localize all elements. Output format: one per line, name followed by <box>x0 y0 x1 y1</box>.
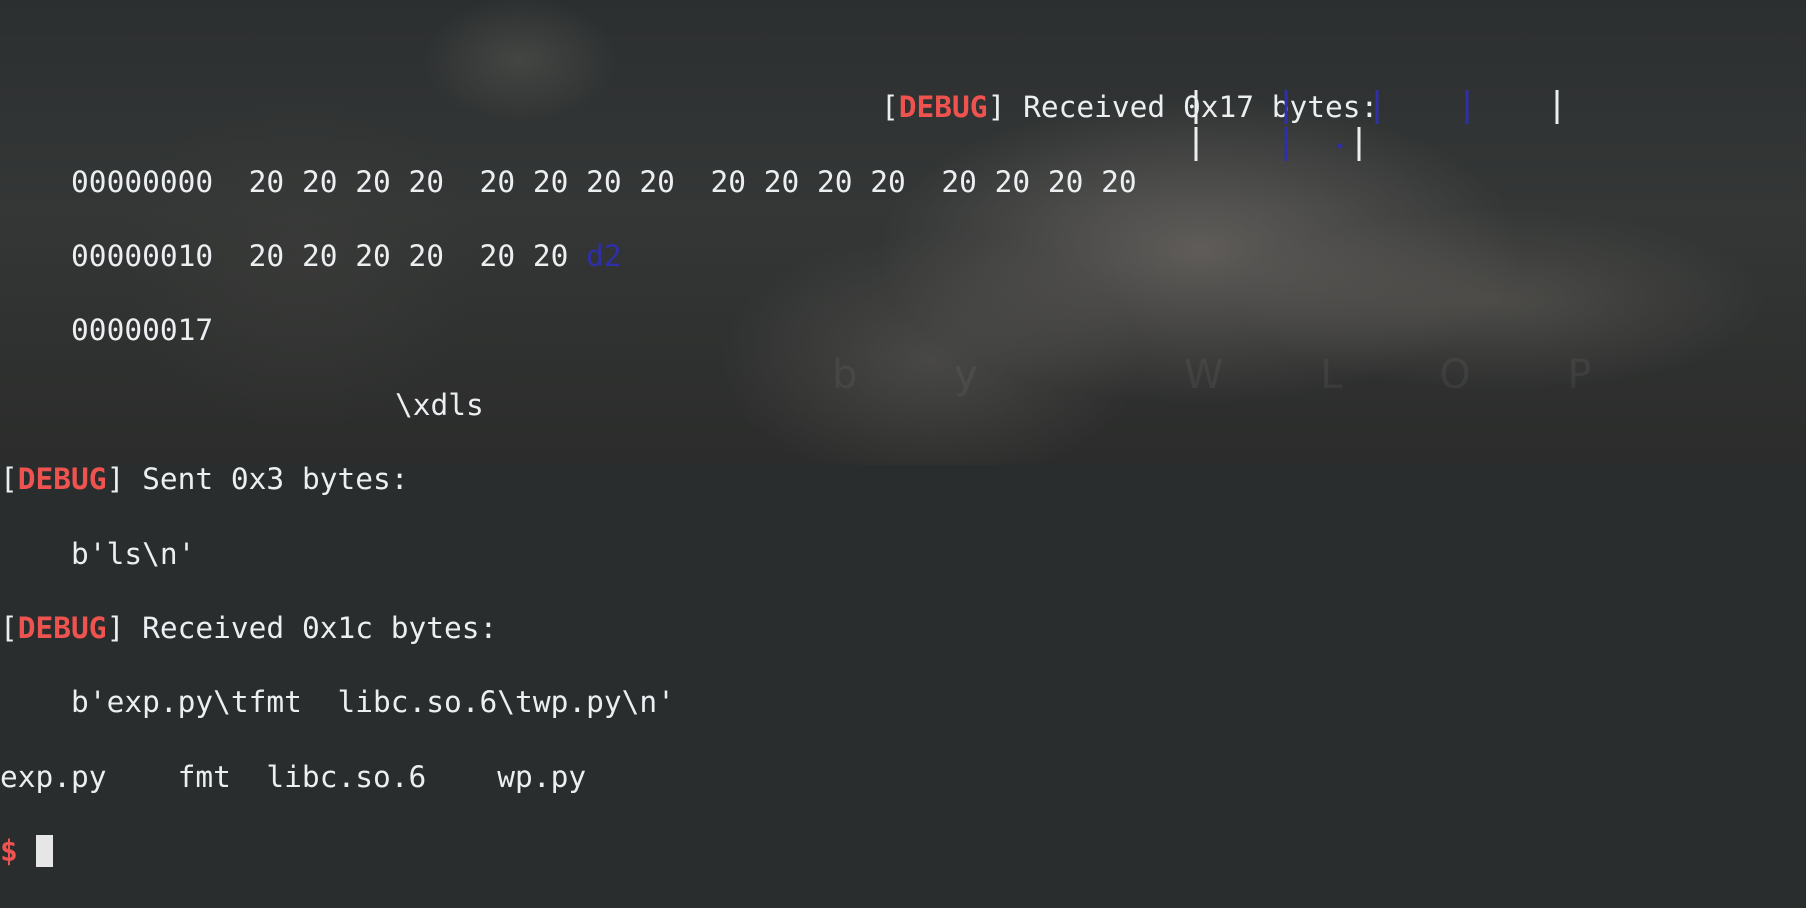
debug-tag: DEBUG <box>17 462 107 497</box>
debug-message: Received 0x17 bytes: <box>1005 90 1379 125</box>
ls-output: exp.py fmt libc.so.6 wp.py <box>0 759 587 794</box>
hexdump-offset: 00000010 <box>71 238 214 273</box>
debug-message: Sent 0x3 bytes: <box>124 462 409 497</box>
debug-tag: DEBUG <box>17 610 107 645</box>
hexdump-row: 00000017 <box>0 312 1378 349</box>
shell-prompt-line[interactable]: $ <box>0 833 1378 870</box>
hexdump-offset: 00000017 <box>71 313 214 348</box>
raw-output-line: \xdls <box>395 387 484 422</box>
hexdump-row: 00000010 20 20 20 20 20 20 d2 <box>0 238 1378 275</box>
debug-received-header-1: [DEBUG] Received 0x17 bytes: <box>881 90 1379 125</box>
hexdump-row: 00000000 20 20 20 20 20 20 20 20 20 20 2… <box>0 164 1378 201</box>
hexdump-bytes: 20 20 20 20 20 20 20 20 20 20 20 20 20 2… <box>248 164 1137 199</box>
debug-received-header-2: [DEBUG] Received 0x1c bytes: <box>0 610 498 645</box>
debug-received-payload: b'exp.py\tfmt libc.so.6\twp.py\n' <box>71 685 675 720</box>
terminal-output[interactable]: [DEBUG] Received 0x17 bytes: 00000000 20… <box>0 52 1378 908</box>
debug-message: Received 0x1c bytes: <box>124 610 498 645</box>
hexdump-offset: 00000000 <box>71 164 214 199</box>
debug-tag: DEBUG <box>898 90 988 125</box>
hexdump-highlight-byte: d2 <box>586 238 622 273</box>
shell-prompt: $ <box>0 834 18 869</box>
hexdump-bytes: 20 20 20 20 20 20 <box>248 238 569 273</box>
text-cursor <box>35 835 53 868</box>
debug-sent-payload: b'ls\n' <box>71 536 196 571</box>
debug-sent-header: [DEBUG] Sent 0x3 bytes: <box>0 462 409 497</box>
